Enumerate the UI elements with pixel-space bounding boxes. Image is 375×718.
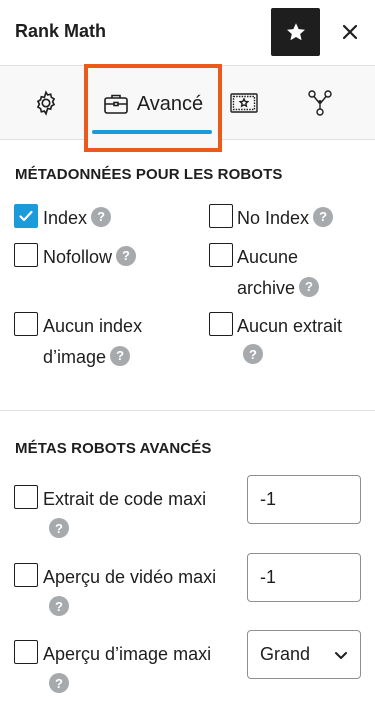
no-index-checkbox[interactable] xyxy=(209,204,233,228)
no-archive-label-line1: Aucune xyxy=(237,247,299,267)
gear-icon xyxy=(36,90,56,116)
help-icon[interactable]: ? xyxy=(110,346,131,367)
help-icon[interactable]: ? xyxy=(243,344,263,364)
max-video-preview-input[interactable]: -1 xyxy=(247,553,361,602)
max-image-preview-value: Grand xyxy=(260,644,311,664)
no-archive-option: archive? xyxy=(237,272,320,304)
chevron-down-icon xyxy=(335,651,347,659)
max-snippet-label: Extrait de code maxi xyxy=(43,489,207,509)
index-label: Index xyxy=(43,208,88,228)
nofollow-option: Nofollow? xyxy=(43,241,137,273)
close-icon xyxy=(342,24,358,40)
no-image-index-option: d’image? xyxy=(43,341,131,373)
help-icon[interactable]: ? xyxy=(49,518,69,538)
help-icon[interactable]: ? xyxy=(91,207,112,228)
max-image-preview-select[interactable]: Grand xyxy=(247,630,361,679)
checkmark-icon xyxy=(19,210,33,222)
no-index-label: No Index xyxy=(237,208,310,228)
no-index-option: No Index? xyxy=(237,202,334,234)
index-option: Index? xyxy=(43,202,112,234)
no-image-index-checkbox[interactable] xyxy=(14,312,38,336)
tab-social[interactable] xyxy=(292,66,348,140)
tab-advanced-label: Avancé xyxy=(136,92,204,115)
nofollow-label: Nofollow xyxy=(43,247,113,267)
favorite-button[interactable] xyxy=(271,8,320,56)
max-image-preview-checkbox[interactable] xyxy=(14,640,38,664)
panel-title: Rank Math xyxy=(15,21,107,41)
help-icon[interactable]: ? xyxy=(313,207,334,228)
tab-schema[interactable] xyxy=(218,66,270,140)
help-icon[interactable]: ? xyxy=(49,596,69,616)
robots-meta-title: MÉTADONNÉES POUR LES ROBOTS xyxy=(15,166,283,183)
max-snippet-input[interactable]: -1 xyxy=(247,475,361,524)
close-button[interactable] xyxy=(336,16,364,48)
no-snippet-checkbox[interactable] xyxy=(209,312,233,336)
sidebar-header: Rank Math xyxy=(0,0,375,66)
help-icon[interactable]: ? xyxy=(49,673,69,693)
max-video-preview-checkbox[interactable] xyxy=(14,563,38,587)
max-video-preview-label: Aperçu de vidéo maxi xyxy=(43,567,217,587)
active-tab-indicator xyxy=(92,130,212,134)
schema-icon xyxy=(230,93,258,113)
tab-advanced[interactable]: Avancé xyxy=(84,64,222,152)
max-snippet-checkbox[interactable] xyxy=(14,485,38,509)
max-image-preview-label: Aperçu d’image maxi xyxy=(43,644,212,664)
index-checkbox[interactable] xyxy=(14,204,38,228)
section-divider xyxy=(0,410,375,411)
help-icon[interactable]: ? xyxy=(116,246,137,267)
tab-bar: Avancé xyxy=(0,64,375,152)
no-image-index-label-line1: Aucun index xyxy=(43,316,143,336)
no-archive-checkbox[interactable] xyxy=(209,243,233,267)
help-icon[interactable]: ? xyxy=(299,277,320,298)
briefcase-icon xyxy=(104,94,128,114)
share-network-icon xyxy=(308,90,332,116)
star-icon xyxy=(286,23,305,41)
nofollow-checkbox[interactable] xyxy=(14,243,38,267)
tab-general[interactable] xyxy=(20,66,72,140)
advanced-robots-title: MÉTAS ROBOTS AVANCÉS xyxy=(15,440,212,457)
no-image-index-label-line2: d’image xyxy=(43,347,107,367)
no-snippet-label: Aucun extrait xyxy=(237,316,343,336)
no-archive-label-line2: archive xyxy=(237,278,296,298)
